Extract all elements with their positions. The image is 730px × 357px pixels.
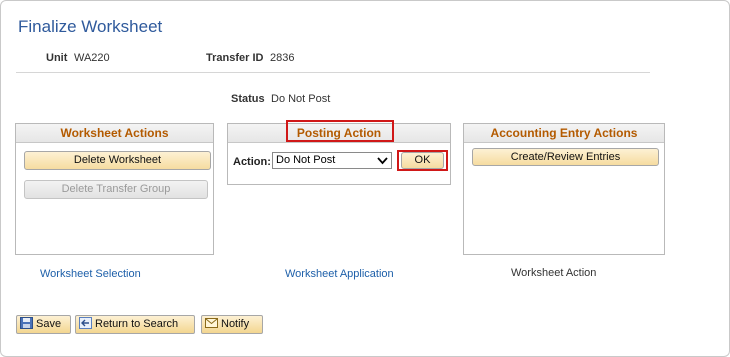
page-title: Finalize Worksheet — [18, 17, 163, 36]
delete-worksheet-button[interactable]: Delete Worksheet — [24, 151, 211, 170]
chevron-down-icon — [377, 157, 388, 165]
ok-button[interactable]: OK — [401, 152, 444, 169]
status-value: Do Not Post — [271, 93, 331, 105]
transfer-id-label: Transfer ID — [206, 52, 264, 64]
worksheet-application-link[interactable]: Worksheet Application — [285, 268, 394, 280]
accounting-entry-actions-panel: Accounting Entry Actions — [463, 123, 665, 255]
create-review-entries-button[interactable]: Create/Review Entries — [472, 148, 659, 166]
accounting-entry-actions-title: Accounting Entry Actions — [464, 124, 664, 143]
save-button[interactable]: Save — [16, 315, 71, 334]
status-label: Status — [231, 93, 265, 105]
worksheet-actions-title: Worksheet Actions — [16, 124, 213, 143]
unit-label: Unit — [46, 52, 68, 64]
notify-button[interactable]: Notify — [201, 315, 263, 334]
worksheet-action-text: Worksheet Action — [511, 267, 597, 279]
transfer-id-value: 2836 — [270, 52, 295, 64]
action-label: Action: — [233, 156, 271, 168]
action-select[interactable]: Do Not Post — [272, 152, 392, 169]
return-to-search-label: Return to Search — [95, 318, 179, 330]
unit-value: WA220 — [74, 52, 110, 64]
return-to-search-icon — [79, 317, 92, 329]
notify-icon — [205, 318, 218, 328]
delete-transfer-group-button[interactable]: Delete Transfer Group — [24, 180, 208, 199]
worksheet-selection-link[interactable]: Worksheet Selection — [40, 268, 141, 280]
save-icon — [20, 317, 33, 329]
return-to-search-button[interactable]: Return to Search — [75, 315, 195, 334]
save-label: Save — [36, 318, 62, 330]
divider — [16, 72, 650, 73]
notify-label: Notify — [221, 318, 250, 330]
action-select-value: Do Not Post — [276, 154, 336, 166]
posting-action-highlight — [286, 120, 394, 142]
